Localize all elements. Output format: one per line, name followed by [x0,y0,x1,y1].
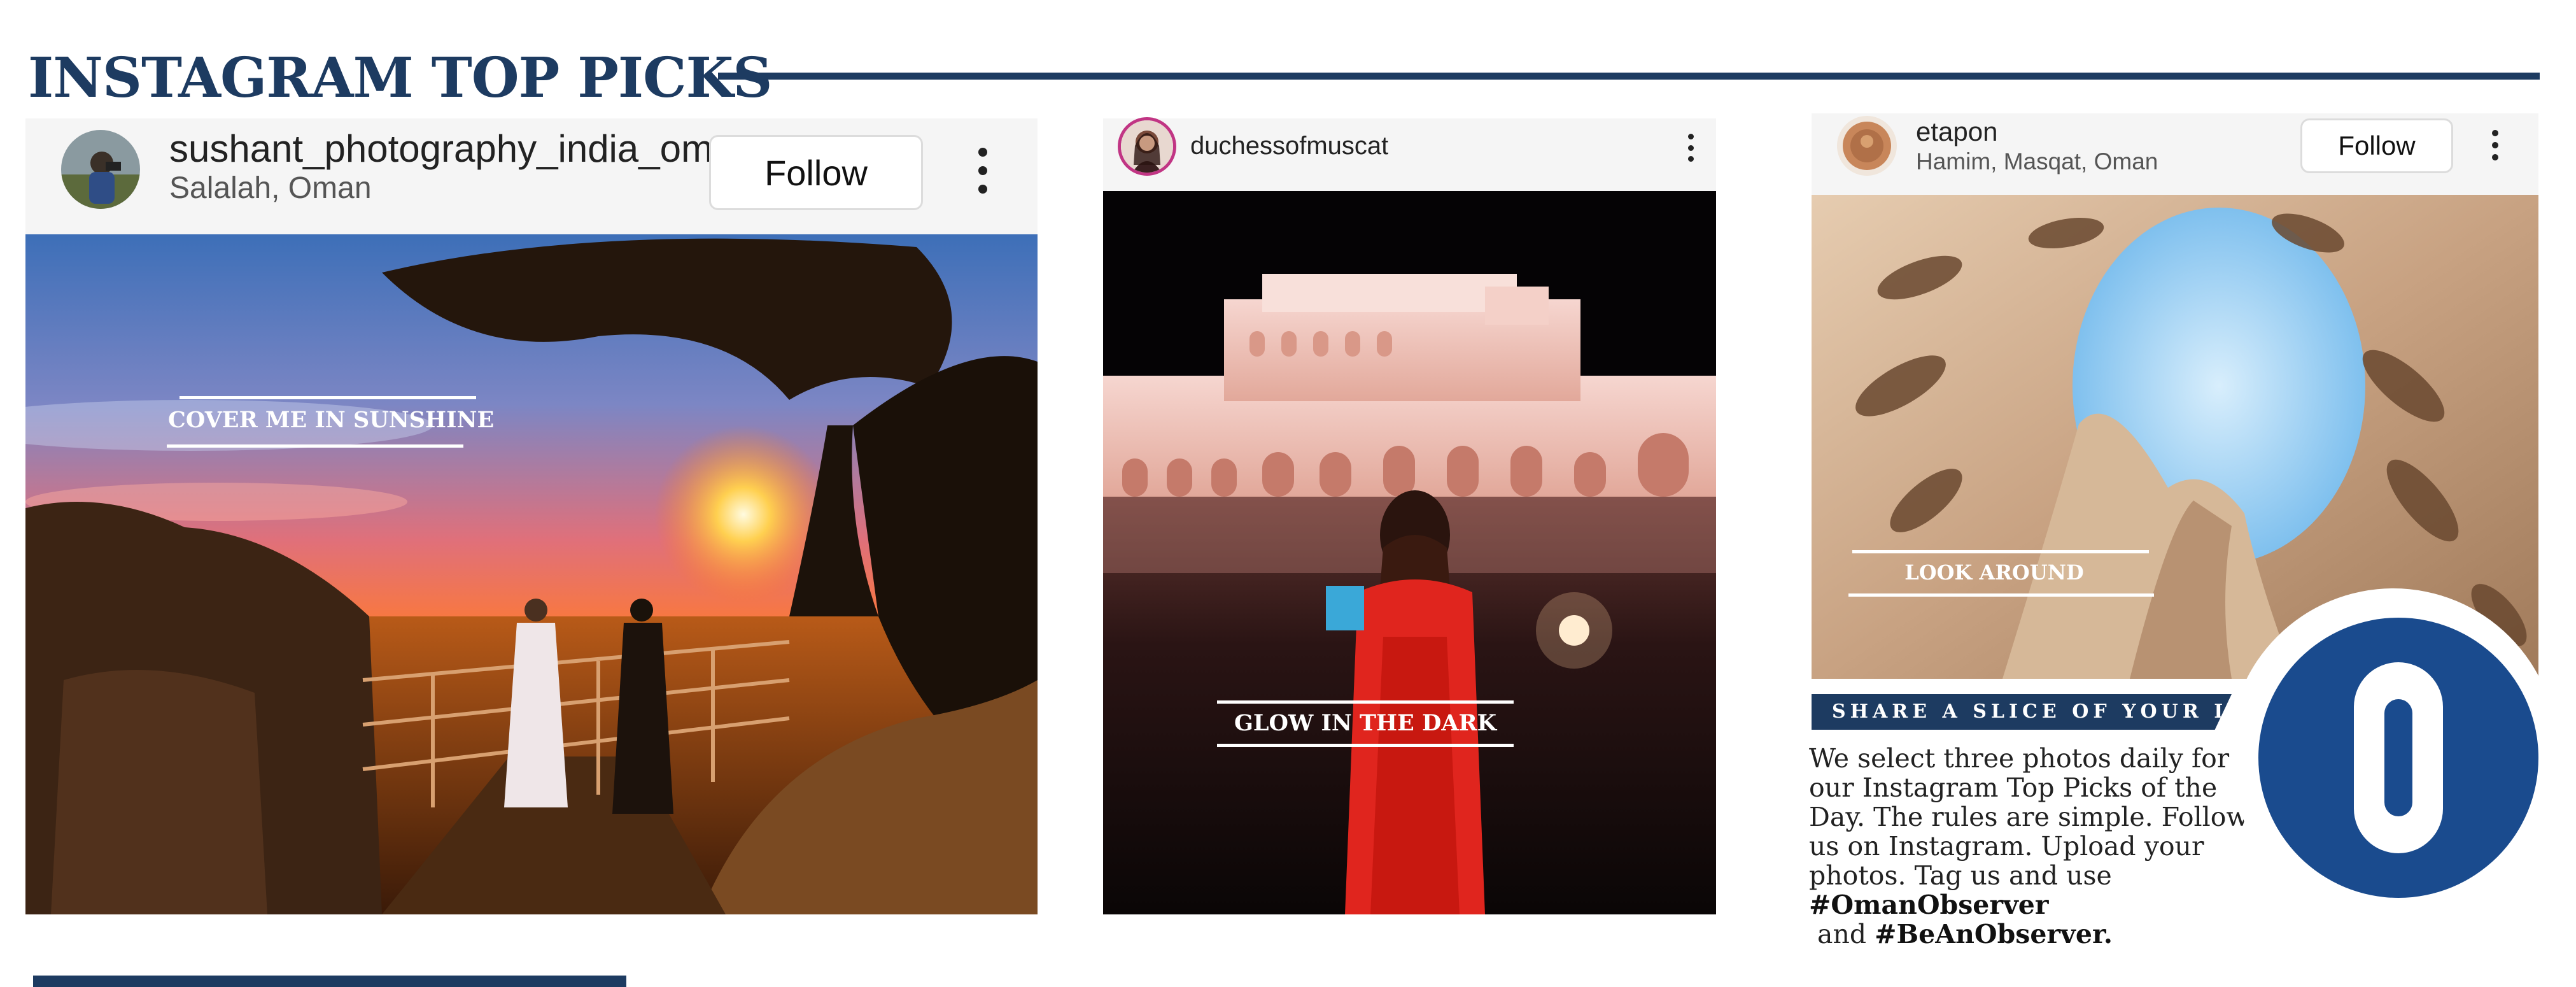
post-2-caption-line-top [1217,700,1514,704]
post-3-caption-line-bottom [1848,593,2154,597]
post-2-avatar[interactable] [1118,117,1176,176]
post-1-username[interactable]: sushant_photography_india_oman [169,126,756,172]
post-3-location[interactable]: Hamim, Masqat, Oman [1916,148,2158,176]
page-title: INSTAGRAM TOP PICKS [28,46,772,110]
post-2-more-options-icon[interactable] [1683,134,1698,162]
post-3-caption-line-top [1852,550,2149,553]
post-2-caption: GLOW IN THE DARK [1234,710,1497,736]
post-3-follow-label: Follow [2338,131,2416,160]
hashtag-be-an-observer: #BeAnObserver. [1875,919,2113,949]
post-2-caption-line-bottom [1217,744,1514,747]
post-1-location[interactable]: Salalah, Oman [169,171,372,206]
post-2-photo[interactable] [1103,191,1716,914]
post-3-avatar[interactable] [1837,116,1897,176]
share-and: and [1809,919,1875,949]
post-1-avatar[interactable] [61,130,140,209]
oman-observer-logo: O [2258,618,2538,898]
share-line-6: #OmanObserver and #BeAnObserver. [1809,890,2305,949]
post-1-follow-button[interactable]: Follow [709,135,923,210]
title-rule [718,73,2540,80]
post-2-username[interactable]: duchessofmuscat [1190,130,1388,162]
post-1-caption-line-bottom [167,444,463,448]
hashtag-oman-observer: #OmanObserver [1809,890,2049,920]
bottom-section-bar [33,976,626,987]
post-3-more-options-icon[interactable] [2488,130,2503,160]
share-line-4: us on Instagram. Upload your [1809,831,2204,862]
post-3-follow-button[interactable]: Follow [2300,118,2453,173]
post-1-more-options-icon[interactable] [970,148,996,194]
post-1-photo[interactable] [25,234,1038,914]
post-3-caption: LOOK AROUND [1904,560,2084,585]
post-1-caption: COVER ME IN SUNSHINE [168,407,495,433]
share-line-3: Day. The rules are simple. Follow [1809,802,2249,832]
post-3-username[interactable]: etapon [1916,116,1997,148]
share-line-5: photos. Tag us and use [1809,860,2112,891]
post-1-follow-label: Follow [764,152,868,193]
share-heading: SHARE A SLICE OF YOUR LIFE [1812,694,2232,730]
post-1-caption-line-top [179,396,476,399]
